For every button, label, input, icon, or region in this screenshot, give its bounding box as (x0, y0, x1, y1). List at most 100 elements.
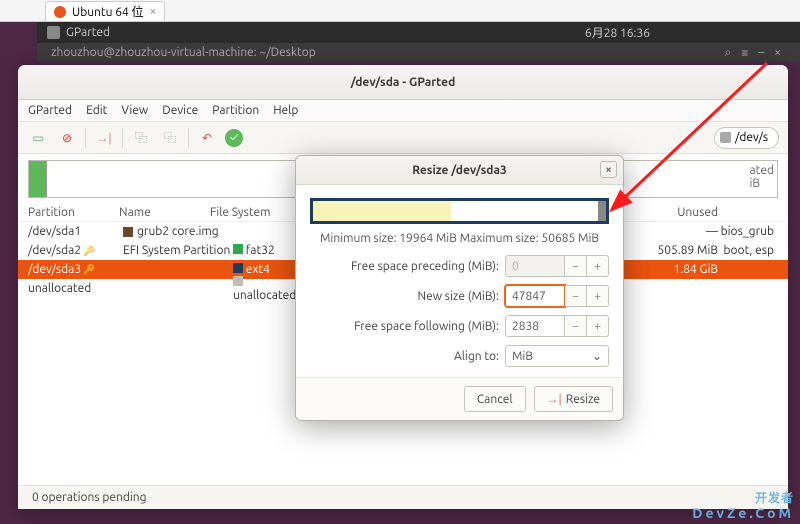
device-selector[interactable]: /dev/s (714, 127, 779, 149)
col-unused[interactable]: Unused (628, 206, 718, 219)
ubuntu-icon (54, 6, 66, 18)
partition-used: 505.89 MiB (612, 244, 718, 257)
menu-gparted[interactable]: GParted (28, 104, 72, 117)
browser-tab[interactable]: Ubuntu 64 位 × (45, 1, 165, 21)
menu-bar: GParted Edit View Device Partition Help (18, 100, 788, 122)
disk-right-l1: ated (749, 164, 774, 177)
menu-edit[interactable]: Edit (86, 104, 107, 117)
resize-dialog: Resize /dev/sda3 × Minimum size: 19964 M… (295, 155, 624, 421)
partition-name: EFI System Partition (123, 244, 230, 257)
align-value: MiB (512, 350, 533, 363)
dialog-title: Resize /dev/sda3 (412, 164, 507, 177)
device-selector-label: /dev/s (735, 131, 768, 144)
paste-icon[interactable]: ⿻ (159, 127, 181, 149)
menu-view[interactable]: View (121, 104, 148, 117)
disk-icon (720, 132, 731, 143)
menu-device[interactable]: Device (162, 104, 198, 117)
watermark: 开发者 DevZe.CoM (692, 484, 794, 520)
separator (188, 128, 189, 148)
preceding-input (505, 255, 565, 277)
partition-dev: /dev/sda2 (28, 244, 81, 257)
apply-icon[interactable]: ✓ (225, 129, 243, 147)
partition-dev: unallocated (28, 282, 91, 295)
col-flags[interactable] (718, 206, 778, 219)
browser-tab-bar: Ubuntu 64 位 × (0, 0, 800, 22)
clock: 6月28 16:36 (585, 24, 650, 41)
key-icon: 🔑 (83, 264, 95, 276)
chevron-down-icon: ⌄ (592, 349, 602, 363)
top-bar-app-name: GParted (66, 26, 110, 39)
increment-button[interactable]: + (587, 315, 609, 337)
copy-icon[interactable]: ⿻ (130, 127, 152, 149)
undo-icon[interactable]: ↶ (196, 127, 218, 149)
preceding-label: Free space preceding (MiB): (310, 260, 505, 273)
col-filesystem[interactable]: File System (210, 206, 304, 219)
close-button[interactable]: × (600, 161, 617, 178)
partition-flags: boot, esp (718, 244, 778, 257)
max-size-label: Maximum size: 50685 MiB (460, 232, 599, 245)
minimize-icon[interactable]: – (758, 46, 764, 59)
watermark-cn: 开发者 (755, 492, 794, 505)
arrow-right-icon: →| (547, 392, 562, 406)
fs-color-icon (233, 263, 243, 273)
gparted-app-icon (47, 26, 60, 39)
fs-label: grub2 core.img (137, 225, 219, 238)
close-icon[interactable]: × (774, 46, 781, 59)
status-bar: 0 operations pending (18, 485, 788, 509)
resize-handle-icon[interactable] (598, 201, 606, 221)
fs-label: ext4 (246, 263, 270, 276)
following-label: Free space following (MiB): (310, 320, 505, 333)
status-text: 0 operations pending (32, 491, 147, 504)
partition-flags: bios_grub (718, 225, 778, 238)
window-title: /dev/sda - GParted (18, 65, 788, 100)
key-icon: 🔑 (83, 245, 95, 257)
newsize-input[interactable] (505, 285, 565, 307)
fs-color-icon (233, 276, 243, 286)
resize-button[interactable]: →|Resize (534, 386, 613, 412)
align-select[interactable]: MiB ⌄ (505, 345, 609, 367)
dialog-title-bar: Resize /dev/sda3 × (296, 156, 623, 185)
fs-label: fat32 (246, 244, 275, 257)
disk-right-l2: iB (749, 177, 774, 190)
terminal-title-bar: zhouzhou@zhouzhou-virtual-machine: ~/Des… (37, 43, 800, 62)
dialog-form: Free space preceding (MiB): −+ New size … (296, 251, 623, 377)
cancel-button[interactable]: Cancel (464, 386, 526, 412)
decrement-button[interactable]: − (565, 315, 587, 337)
resize-preview[interactable] (310, 198, 609, 224)
menu-help[interactable]: Help (273, 104, 298, 117)
browser-tab-label: Ubuntu 64 位 (72, 3, 144, 20)
increment-button: + (587, 255, 609, 277)
align-label: Align to: (310, 350, 505, 363)
menu-partition[interactable]: Partition (212, 104, 259, 117)
delete-icon[interactable]: ⊘ (56, 127, 78, 149)
decrement-button[interactable]: − (565, 285, 587, 307)
partition-dev: /dev/sda3 (28, 263, 81, 276)
partition-used: — (612, 225, 718, 238)
decrement-button: − (565, 255, 587, 277)
close-icon[interactable]: × (150, 5, 157, 18)
terminal-title: zhouzhou@zhouzhou-virtual-machine: ~/Des… (51, 46, 316, 59)
resize-icon[interactable]: →| (93, 127, 115, 149)
tool-bar: ▭ ⊘ →| ⿻ ⿻ ↶ ✓ /dev/s (18, 122, 788, 154)
col-partition[interactable]: Partition (28, 206, 119, 219)
fs-label: unallocated (233, 289, 296, 302)
min-size-label: Minimum size: 19964 MiB (320, 232, 457, 245)
partition-dev: /dev/sda1 (28, 225, 81, 238)
watermark-en: DevZe.CoM (692, 506, 794, 520)
col-name[interactable]: Name (119, 206, 210, 219)
preview-free-segment (451, 201, 598, 221)
newsize-label: New size (MiB): (310, 290, 505, 303)
ubuntu-top-bar: GParted 6月28 16:36 (37, 22, 800, 43)
search-icon[interactable]: ⌕ (725, 46, 732, 60)
fs-color-icon (123, 227, 133, 237)
separator (122, 128, 123, 148)
separator (85, 128, 86, 148)
disk-segment-boot (29, 161, 47, 197)
menu-icon[interactable]: ≡ (741, 46, 748, 60)
increment-button[interactable]: + (587, 285, 609, 307)
preview-used-segment (313, 201, 451, 221)
following-input[interactable] (505, 315, 565, 337)
partition-used: 1.84 GiB (612, 263, 718, 276)
new-partition-icon[interactable]: ▭ (27, 127, 49, 149)
fs-color-icon (233, 244, 243, 254)
